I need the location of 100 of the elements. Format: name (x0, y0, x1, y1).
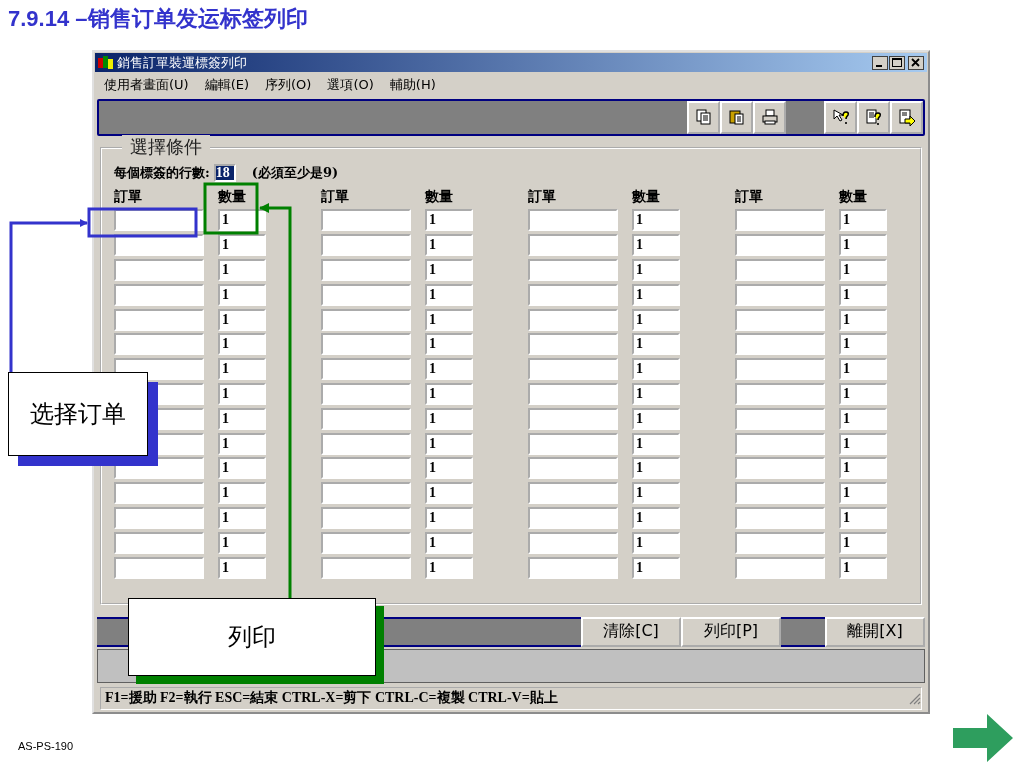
order-field[interactable] (321, 333, 411, 356)
order-field[interactable] (735, 358, 825, 381)
quantity-field[interactable]: 1 (632, 432, 680, 455)
quantity-field[interactable]: 1 (425, 308, 473, 331)
quantity-field[interactable]: 1 (632, 234, 680, 257)
order-field[interactable] (528, 382, 618, 405)
order-field[interactable] (735, 407, 825, 430)
quantity-field[interactable]: 1 (632, 308, 680, 331)
quantity-field[interactable]: 1 (218, 333, 266, 356)
quantity-field[interactable]: 1 (632, 407, 680, 430)
menu-item[interactable]: 輔助(H) (389, 75, 436, 94)
next-arrow-icon[interactable] (953, 714, 1013, 762)
menu-item[interactable]: 選項(O) (327, 75, 374, 94)
print-button[interactable]: 列印[P] (681, 616, 781, 647)
order-field[interactable] (321, 209, 411, 232)
order-field[interactable] (321, 358, 411, 381)
quantity-field[interactable]: 1 (425, 209, 473, 232)
quantity-field[interactable]: 1 (839, 382, 887, 405)
order-field[interactable] (735, 258, 825, 281)
quantity-field[interactable]: 1 (632, 358, 680, 381)
order-field[interactable] (735, 457, 825, 480)
order-field[interactable] (114, 234, 204, 257)
order-field[interactable] (528, 283, 618, 306)
quantity-field[interactable]: 1 (425, 234, 473, 257)
order-field[interactable] (735, 482, 825, 505)
quantity-field[interactable]: 1 (632, 506, 680, 529)
quantity-field[interactable]: 1 (218, 482, 266, 505)
order-field[interactable] (528, 457, 618, 480)
quantity-field[interactable]: 1 (839, 482, 887, 505)
copy-icon[interactable] (687, 100, 720, 134)
maximize-icon[interactable] (889, 55, 905, 70)
quantity-field[interactable]: 1 (839, 556, 887, 579)
order-field[interactable] (528, 482, 618, 505)
order-field[interactable] (528, 308, 618, 331)
quantity-field[interactable]: 1 (839, 506, 887, 529)
order-field[interactable] (528, 407, 618, 430)
quantity-field[interactable]: 1 (632, 556, 680, 579)
order-field[interactable] (321, 382, 411, 405)
quantity-field[interactable]: 1 (632, 457, 680, 480)
quantity-field[interactable]: 1 (632, 333, 680, 356)
exit-document-icon[interactable] (890, 100, 923, 134)
quantity-field[interactable]: 1 (425, 358, 473, 381)
quantity-field[interactable]: 1 (632, 258, 680, 281)
order-field[interactable] (528, 258, 618, 281)
quantity-field[interactable]: 1 (218, 407, 266, 430)
quantity-field[interactable]: 1 (218, 258, 266, 281)
order-field[interactable] (528, 506, 618, 529)
order-field[interactable] (735, 556, 825, 579)
quantity-field[interactable]: 1 (839, 333, 887, 356)
order-field[interactable] (735, 531, 825, 554)
menu-item[interactable]: 編輯(E) (204, 75, 250, 94)
quantity-field[interactable]: 1 (218, 531, 266, 554)
order-field[interactable] (321, 432, 411, 455)
order-field[interactable] (528, 358, 618, 381)
order-field[interactable] (321, 234, 411, 257)
order-field[interactable] (321, 457, 411, 480)
quantity-field[interactable]: 1 (839, 308, 887, 331)
order-field[interactable] (321, 556, 411, 579)
quantity-field[interactable]: 1 (425, 531, 473, 554)
quantity-field[interactable]: 1 (218, 432, 266, 455)
menu-item[interactable]: 序列(O) (265, 75, 312, 94)
order-field[interactable] (114, 333, 204, 356)
order-field[interactable] (321, 506, 411, 529)
quantity-field[interactable]: 1 (632, 283, 680, 306)
quantity-field[interactable]: 1 (425, 506, 473, 529)
order-field[interactable] (114, 531, 204, 554)
menu-item[interactable]: 使用者畫面(U) (104, 75, 189, 94)
exit-button[interactable]: 離開[X] (825, 616, 925, 647)
order-field[interactable] (735, 234, 825, 257)
order-field[interactable] (528, 209, 618, 232)
quantity-field[interactable]: 1 (839, 457, 887, 480)
quantity-field[interactable]: 1 (218, 457, 266, 480)
order-field[interactable] (735, 209, 825, 232)
close-icon[interactable] (908, 55, 924, 70)
quantity-field[interactable]: 1 (218, 506, 266, 529)
quantity-field[interactable]: 1 (839, 407, 887, 430)
lines-per-label-field[interactable]: 18 (213, 163, 236, 182)
order-field[interactable] (321, 258, 411, 281)
order-field[interactable] (735, 333, 825, 356)
quantity-field[interactable]: 1 (218, 556, 266, 579)
quantity-field[interactable]: 1 (218, 283, 266, 306)
order-field[interactable] (114, 482, 204, 505)
quantity-field[interactable]: 1 (425, 333, 473, 356)
quantity-field[interactable]: 1 (425, 382, 473, 405)
quantity-field[interactable]: 1 (425, 482, 473, 505)
quantity-field[interactable]: 1 (632, 531, 680, 554)
quantity-field[interactable]: 1 (425, 432, 473, 455)
quantity-field[interactable]: 1 (632, 482, 680, 505)
quantity-field[interactable]: 1 (425, 407, 473, 430)
order-field[interactable] (114, 308, 204, 331)
order-field[interactable] (114, 258, 204, 281)
quantity-field[interactable]: 1 (632, 382, 680, 405)
quantity-field[interactable]: 1 (425, 258, 473, 281)
quantity-field[interactable]: 1 (218, 382, 266, 405)
clear-button[interactable]: 清除[C] (581, 616, 681, 647)
order-field[interactable] (321, 308, 411, 331)
resize-grip-icon[interactable] (907, 691, 921, 706)
order-field[interactable] (528, 556, 618, 579)
quantity-field[interactable]: 1 (839, 358, 887, 381)
order-field[interactable] (528, 432, 618, 455)
